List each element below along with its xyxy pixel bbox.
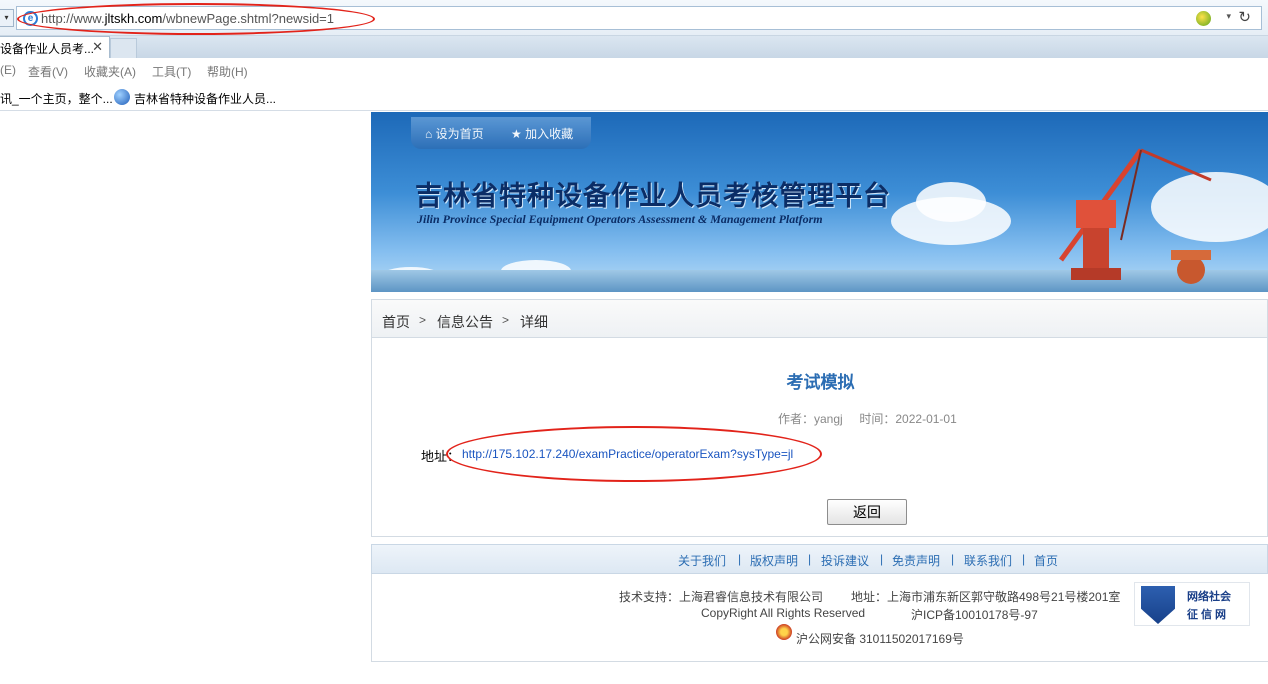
- ie-logo-icon: e: [23, 11, 38, 26]
- breadcrumb-separator: >: [419, 313, 427, 327]
- credit-badge-line1: 网络社会: [1187, 591, 1231, 603]
- footer-link-contact[interactable]: 联系我们: [964, 552, 1012, 569]
- article-title: 考试模拟: [786, 373, 855, 392]
- exam-practice-link[interactable]: http://175.102.17.240/examPractice/opera…: [462, 447, 793, 461]
- address-url-prefix: http://www.: [41, 11, 105, 26]
- home-icon: ⌂: [425, 127, 433, 141]
- footer-copyright: CopyRight All Rights Reserved: [701, 606, 866, 620]
- banner-quick-links: ⌂ 设为首页 ★ 加入收藏: [411, 117, 591, 149]
- article-time: 时间：2022-01-01: [859, 412, 957, 426]
- address-label: 地址：: [421, 449, 461, 464]
- tab-active[interactable]: 设备作业人员考... ✕: [0, 36, 110, 58]
- footer-separator: |: [808, 552, 812, 566]
- footer-separator: |: [738, 552, 742, 566]
- back-button[interactable]: 返回: [827, 499, 907, 525]
- shield-icon: [1141, 586, 1175, 624]
- set-home-link[interactable]: ⌂ 设为首页: [425, 125, 484, 142]
- footer-address: 地址：上海市浦东新区郭守敬路498号21号楼201室: [851, 590, 1121, 604]
- cloud-decoration: [916, 182, 986, 222]
- tab-title: 设备作业人员考...: [0, 42, 95, 56]
- address-url-domain: jltskh.com: [104, 11, 163, 26]
- menu-tools[interactable]: 工具(T): [152, 63, 191, 80]
- address-dropdown-icon[interactable]: ▾: [1226, 11, 1231, 22]
- footer-link-home[interactable]: 首页: [1034, 552, 1058, 569]
- star-icon: ★: [511, 127, 522, 141]
- address-url-path: /wbnewPage.shtml?newsid=1: [162, 11, 335, 26]
- site-title: 吉林省特种设备作业人员考核管理平台: [415, 181, 891, 212]
- menu-help[interactable]: 帮助(H): [207, 63, 248, 80]
- footer-separator: |: [951, 552, 955, 566]
- refresh-icon[interactable]: ↻: [1238, 8, 1251, 26]
- footer-police-record: 沪公网安备 31011502017169号: [796, 632, 964, 646]
- article-author: 作者：yangj: [778, 412, 843, 426]
- footer-tech-support: 技术支持：上海君睿信息技术有限公司: [619, 590, 824, 604]
- footer-link-copyright[interactable]: 版权声明: [750, 552, 798, 569]
- footer-link-complaints[interactable]: 投诉建议: [821, 552, 869, 569]
- address-bar[interactable]: e http://www.jltskh.com/wbnewPage.shtml?…: [16, 6, 1262, 30]
- globe-icon: [114, 89, 130, 105]
- compatibility-view-icon[interactable]: [1196, 11, 1211, 26]
- breadcrumb-separator: >: [502, 313, 510, 327]
- favorites-bar: 讯_一个主页，整个... 吉林省特种设备作业人员...: [0, 84, 1268, 111]
- footer-separator: |: [1022, 552, 1026, 566]
- footer-icp: 沪ICP备10010178号-97: [911, 608, 1038, 622]
- new-tab-button[interactable]: [110, 38, 137, 58]
- article-meta: 作者：yangj 时间：2022-01-01: [778, 410, 957, 427]
- breadcrumb-notices[interactable]: 信息公告: [437, 312, 493, 332]
- breadcrumb: 首页 > 信息公告 > 详细: [371, 299, 1268, 338]
- menu-edit[interactable]: (E): [0, 63, 16, 77]
- menu-bar: (E) 查看(V) 收藏夹(A) 工具(T) 帮助(H): [0, 58, 1268, 82]
- menu-view[interactable]: 查看(V): [28, 63, 68, 80]
- menu-favorites[interactable]: 收藏夹(A): [84, 63, 136, 80]
- credit-network-badge[interactable]: 网络社会 征信网: [1134, 582, 1250, 626]
- nav-dropdown-icon[interactable]: ▾: [0, 9, 14, 27]
- crane-illustration: [1058, 148, 1212, 284]
- footer-link-about[interactable]: 关于我们: [678, 552, 726, 569]
- footer-links-bar: 关于我们 | 版权声明 | 投诉建议 | 免责声明 | 联系我们 | 首页: [371, 544, 1268, 574]
- police-badge-icon: [776, 624, 792, 640]
- footer-info: 技术支持：上海君睿信息技术有限公司 地址：上海市浦东新区郭守敬路498号21号楼…: [371, 574, 1268, 662]
- browser-address-bar-row: ▾ e http://www.jltskh.com/wbnewPage.shtm…: [0, 0, 1268, 36]
- article-panel: 考试模拟 作者：yangj 时间：2022-01-01 地址： http://1…: [371, 338, 1268, 537]
- site-subtitle: Jilin Province Special Equipment Operato…: [417, 212, 823, 226]
- footer-link-disclaimer[interactable]: 免责声明: [892, 552, 940, 569]
- set-home-label: 设为首页: [435, 127, 484, 141]
- add-favorite-link[interactable]: ★ 加入收藏: [511, 125, 573, 142]
- address-url[interactable]: http://www.jltskh.com/wbnewPage.shtml?ne…: [41, 11, 334, 26]
- add-favorite-label: 加入收藏: [525, 127, 574, 141]
- footer-separator: |: [880, 552, 884, 566]
- site-banner: ⌂ 设为首页 ★ 加入收藏 吉林省特种设备作业人员考核管理平台 Jilin Pr…: [371, 112, 1268, 292]
- page-container: ⌂ 设为首页 ★ 加入收藏 吉林省特种设备作业人员考核管理平台 Jilin Pr…: [371, 112, 1268, 684]
- breadcrumb-current: 详细: [520, 314, 548, 330]
- tab-strip: 设备作业人员考... ✕: [0, 36, 1268, 58]
- page-left-whitespace: [0, 112, 371, 684]
- favorite-item-2[interactable]: 吉林省特种设备作业人员...: [134, 90, 276, 107]
- credit-badge-line2: 征信网: [1187, 609, 1229, 621]
- tab-close-icon[interactable]: ✕: [92, 39, 103, 55]
- favorite-item-1[interactable]: 讯_一个主页，整个...: [0, 90, 113, 107]
- breadcrumb-home[interactable]: 首页: [382, 312, 410, 332]
